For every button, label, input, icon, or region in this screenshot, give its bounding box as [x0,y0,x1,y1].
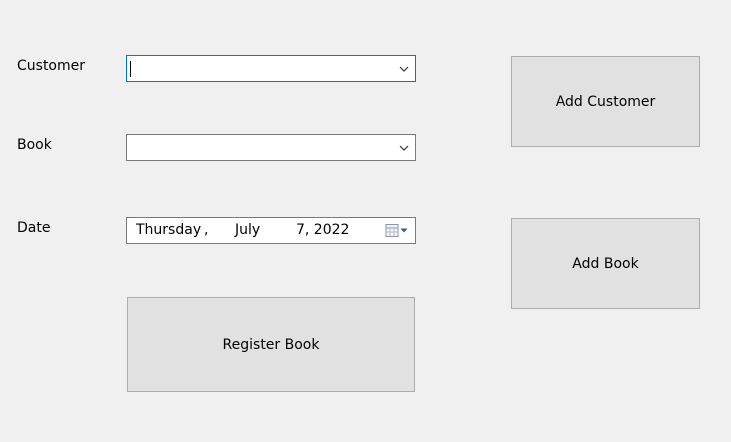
calendar-icon[interactable] [385,223,409,239]
date-weekday[interactable]: Thursday [136,221,201,239]
customer-combobox[interactable] [126,55,416,82]
date-picker[interactable]: Thursday , July 7, 2022 [126,217,416,244]
register-book-button[interactable]: Register Book [127,297,415,392]
date-day-year[interactable]: 7, 2022 [296,221,349,239]
date-label: Date [17,220,51,236]
chevron-down-icon[interactable] [397,135,411,160]
date-month[interactable]: July [235,221,260,239]
add-customer-button[interactable]: Add Customer [511,56,700,147]
customer-label: Customer [17,58,86,74]
text-caret [130,61,131,77]
chevron-down-icon[interactable] [397,56,411,81]
add-book-button[interactable]: Add Book [511,218,700,309]
date-separator: , [204,222,209,238]
book-label: Book [17,137,52,153]
book-combobox[interactable] [126,134,416,161]
